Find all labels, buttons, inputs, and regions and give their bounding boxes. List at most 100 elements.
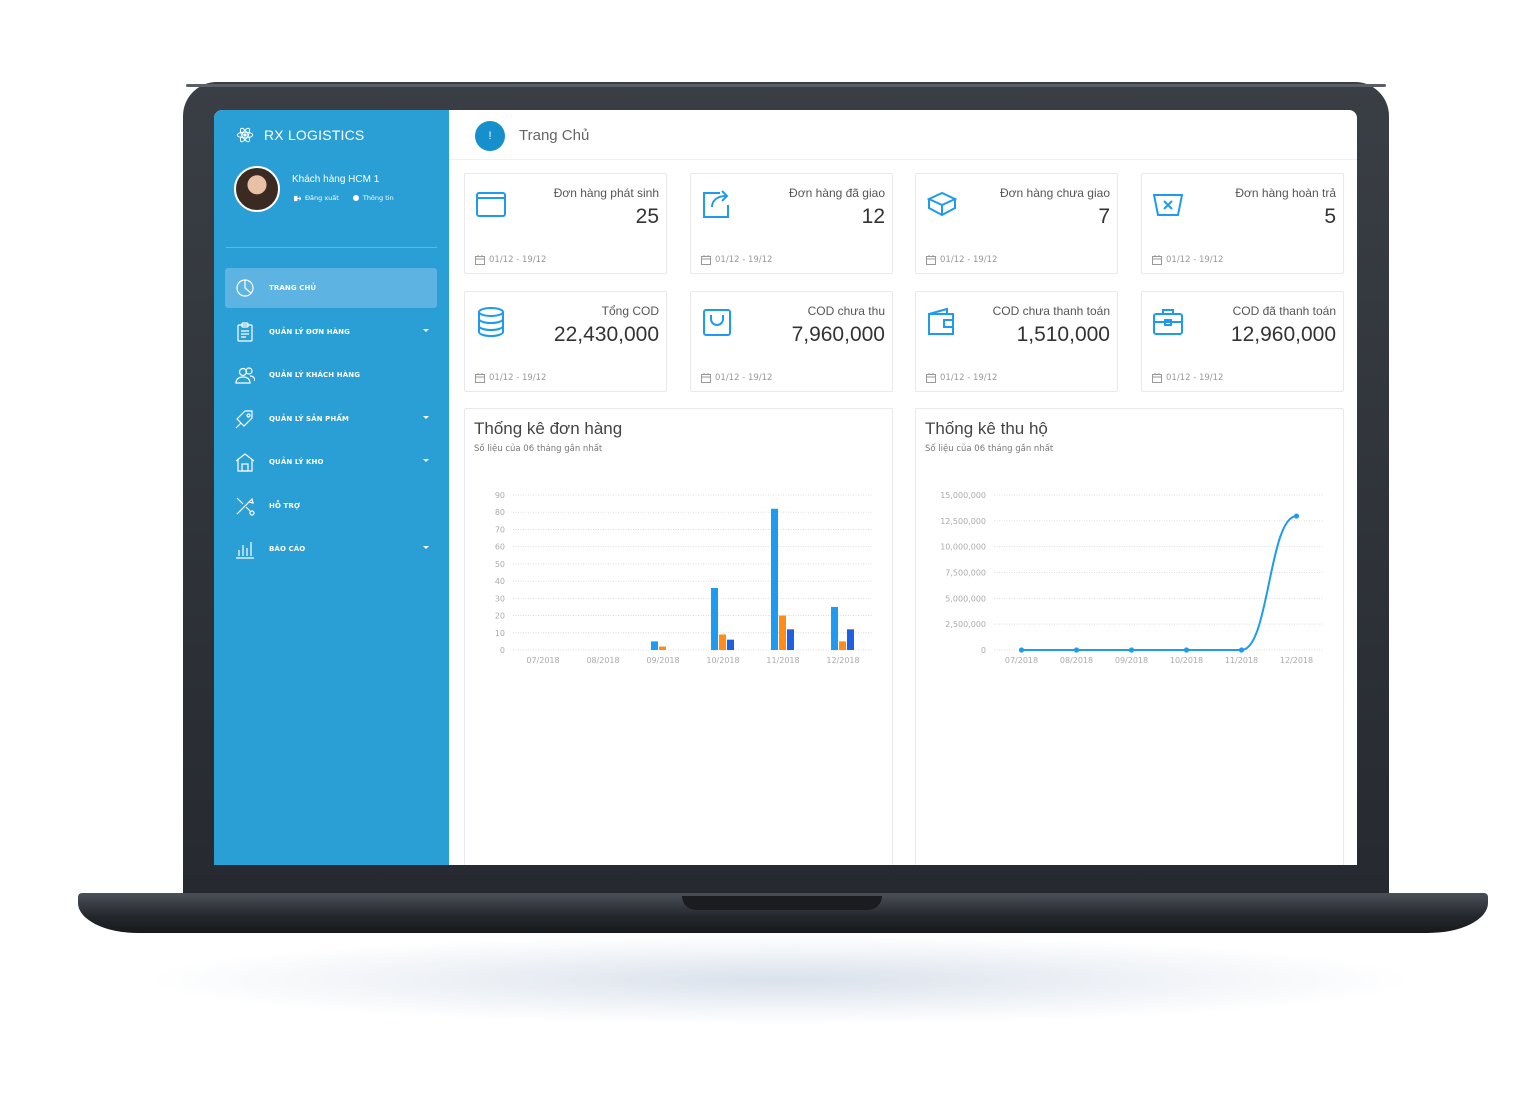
alert-badge[interactable]: ! xyxy=(475,121,505,151)
calendar-icon xyxy=(1152,255,1162,265)
chevron-down-icon xyxy=(423,328,429,332)
stat-card-don-hang-da-giao[interactable]: Đơn hàng đã giao 12 01/12 - 19/12 xyxy=(690,173,893,274)
data-point xyxy=(1128,647,1135,653)
y-tick-label: 10,000,000 xyxy=(940,543,986,552)
x-tick-label: 11/2018 xyxy=(1225,656,1258,665)
sidebar-item-quan-ly-khach-hang[interactable]: QUẢN LÝ KHÁCH HÀNG xyxy=(225,355,437,395)
series-line xyxy=(1021,515,1297,651)
sidebar-item-quan-ly-don-hang[interactable]: QUẢN LÝ ĐƠN HÀNG xyxy=(225,312,437,352)
card-label: Tổng COD xyxy=(601,304,659,318)
logout-link[interactable]: Đăng xuất xyxy=(294,194,339,202)
sidebar-item-label: HỖ TRỢ xyxy=(269,501,301,510)
avatar[interactable] xyxy=(234,166,280,212)
card-label: COD chưa thu xyxy=(807,304,885,318)
orders-chart-panel: Thống kê đơn hàng Số liệu của 06 tháng g… xyxy=(464,408,893,865)
card-date: 01/12 - 19/12 xyxy=(926,255,997,265)
card-date: 01/12 - 19/12 xyxy=(475,373,546,383)
y-tick-label: 5,000,000 xyxy=(945,594,986,603)
y-tick-label: 80 xyxy=(495,508,505,517)
stat-card-don-hang-hoan-tra[interactable]: Đơn hàng hoàn trả 5 01/12 - 19/12 xyxy=(1141,173,1344,274)
stat-card-tong-cod[interactable]: Tổng COD 22,430,000 01/12 - 19/12 xyxy=(464,291,667,392)
y-tick-label: 15,000,000 xyxy=(940,491,986,500)
orders-chart-subtitle: Số liệu của 06 tháng gần nhất xyxy=(474,444,603,454)
return-box-icon xyxy=(1152,194,1184,216)
card-date: 01/12 - 19/12 xyxy=(926,373,997,383)
sidebar-item-label: BÁO CÁO xyxy=(269,545,306,553)
pie-chart-icon xyxy=(236,279,254,297)
card-date: 01/12 - 19/12 xyxy=(701,373,772,383)
card-date-range: 01/12 - 19/12 xyxy=(1166,255,1224,265)
share-icon xyxy=(703,190,729,218)
sidebar-item-label: QUẢN LÝ ĐƠN HÀNG xyxy=(269,327,350,336)
y-tick-label: 50 xyxy=(495,560,505,569)
logout-icon xyxy=(294,195,301,201)
info-label: Thông tin xyxy=(362,194,394,202)
calendar-icon xyxy=(475,373,485,383)
card-value: 5 xyxy=(1324,205,1336,228)
info-link[interactable]: Thông tin xyxy=(352,194,394,202)
x-tick-label: 07/2018 xyxy=(526,656,559,665)
sidebar-item-trang-chu[interactable]: TRANG CHỦ xyxy=(225,268,437,308)
data-point xyxy=(1018,647,1025,653)
user-profile: Khách hàng HCM 1 Đăng xuất Thông tin xyxy=(234,166,394,212)
y-tick-label: 12,500,000 xyxy=(940,517,986,526)
bar xyxy=(651,641,658,650)
chevron-down-icon xyxy=(423,415,429,419)
sidebar-divider xyxy=(226,247,437,248)
y-tick-label: 0 xyxy=(981,646,986,655)
package-icon xyxy=(926,191,958,217)
card-value: 12 xyxy=(861,205,885,228)
card-label: Đơn hàng hoàn trả xyxy=(1235,186,1336,200)
sidebar-item-bao-cao[interactable]: BÁO CÁO xyxy=(225,529,437,569)
brand[interactable]: RX LOGISTICS xyxy=(236,126,364,144)
x-tick-label: 07/2018 xyxy=(1005,656,1038,665)
stat-card-cod-chua-thanh-toan[interactable]: COD chưa thanh toán 1,510,000 01/12 - 19… xyxy=(915,291,1118,392)
calendar-icon xyxy=(475,255,485,265)
chevron-down-icon xyxy=(423,459,429,462)
stat-card-cod-da-thanh-toan[interactable]: COD đã thanh toán 12,960,000 01/12 - 19/… xyxy=(1141,291,1344,392)
card-value: 12,960,000 xyxy=(1230,323,1336,346)
chevron-down-icon xyxy=(423,546,429,549)
bar xyxy=(847,629,854,650)
x-tick-label: 11/2018 xyxy=(766,656,799,665)
card-value: 25 xyxy=(635,205,659,228)
stat-card-don-hang-phat-sinh[interactable]: Đơn hàng phát sinh 25 01/12 - 19/12 xyxy=(464,173,667,274)
bar xyxy=(771,508,778,650)
sidebar-item-quan-ly-san-pham[interactable]: QUẢN LÝ SẢN PHẨM xyxy=(225,399,437,439)
briefcase-icon xyxy=(1153,309,1183,335)
stat-card-cod-chua-thu[interactable]: COD chưa thu 7,960,000 01/12 - 19/12 xyxy=(690,291,893,392)
y-tick-label: 70 xyxy=(495,525,505,534)
y-tick-label: 10 xyxy=(495,629,505,638)
card-label: Đơn hàng phát sinh xyxy=(553,186,659,200)
brand-name: RX LOGISTICS xyxy=(264,127,365,143)
sidebar-item-ho-tro[interactable]: HỖ TRỢ xyxy=(225,486,437,526)
card-value: 22,430,000 xyxy=(553,323,659,346)
sidebar-item-quan-ly-kho[interactable]: QUẢN LÝ KHO xyxy=(225,442,437,482)
atom-logo-icon xyxy=(236,127,254,143)
info-icon xyxy=(352,195,359,201)
bar xyxy=(831,606,838,650)
sidebar-item-label: TRANG CHỦ xyxy=(269,284,317,292)
sidebar: RX LOGISTICS Khách hàng HCM 1 Đăng xuất … xyxy=(214,110,449,865)
sidebar-nav: TRANG CHỦ QUẢN LÝ ĐƠN HÀNG QUẢN LÝ KHÁCH… xyxy=(225,268,437,573)
sidebar-item-label: QUẢN LÝ KHO xyxy=(269,458,324,466)
card-label: COD chưa thanh toán xyxy=(992,304,1110,318)
bar xyxy=(787,629,794,650)
clipboard-icon xyxy=(237,321,253,342)
bar xyxy=(711,588,718,650)
x-tick-label: 12/2018 xyxy=(826,656,859,665)
stat-card-don-hang-chua-giao[interactable]: Đơn hàng chưa giao 7 01/12 - 19/12 xyxy=(915,173,1118,274)
y-tick-label: 30 xyxy=(495,594,505,603)
card-date: 01/12 - 19/12 xyxy=(1152,255,1223,265)
x-tick-label: 08/2018 xyxy=(586,656,619,665)
data-point xyxy=(1238,647,1245,653)
calendar-icon xyxy=(701,373,711,383)
laptop-notch xyxy=(682,896,882,910)
calendar-icon xyxy=(926,255,936,265)
coins-icon xyxy=(478,307,504,338)
card-value: 7 xyxy=(1098,205,1110,228)
data-point xyxy=(1183,647,1190,653)
y-tick-label: 90 xyxy=(495,491,505,500)
bar xyxy=(839,641,846,650)
card-label: Đơn hàng chưa giao xyxy=(1000,186,1110,200)
